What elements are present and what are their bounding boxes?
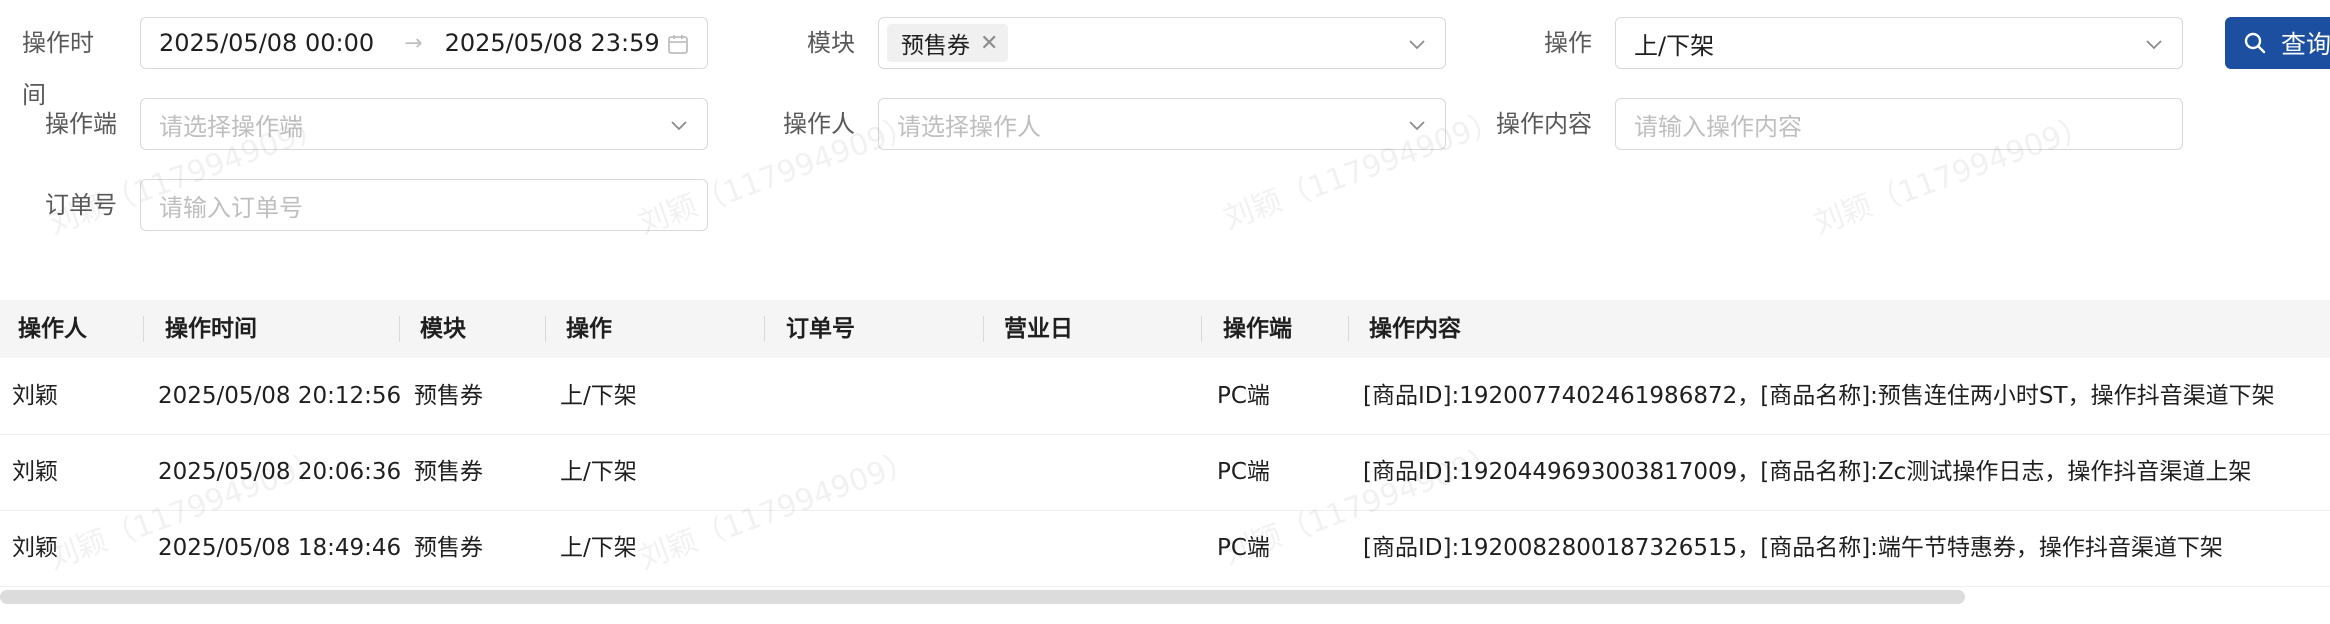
op-content-placeholder: 请输入操作内容 — [1634, 112, 1802, 141]
module-tag-label: 预售券 — [901, 33, 970, 59]
op-time-start[interactable]: 2025/05/08 00:00 — [159, 29, 374, 57]
column-divider — [764, 316, 765, 342]
column-divider — [545, 316, 546, 342]
module-tag: 预售券 ✕ — [887, 24, 1009, 62]
cell-op-content: [商品ID]:1920077402461986872，[商品名称]:预售连住两小… — [1363, 383, 2275, 409]
operation-label: 操作 — [1544, 29, 1592, 57]
cell-op-time: 2025/05/08 20:06:36 — [158, 459, 402, 485]
cell-operation: 上/下架 — [560, 383, 637, 409]
order-no-input[interactable]: 请输入订单号 — [140, 179, 708, 231]
cell-op-client: PC端 — [1217, 383, 1270, 409]
cell-operator: 刘颖 — [12, 459, 58, 485]
order-no-placeholder: 请输入订单号 — [159, 193, 303, 222]
op-time-label: 操作时间 — [22, 29, 94, 109]
op-client-placeholder: 请选择操作端 — [159, 112, 303, 141]
table-row[interactable]: 刘颖 2025/05/08 20:06:36 预售券 上/下架 PC端 [商品I… — [0, 434, 2330, 511]
chevron-down-icon — [2146, 40, 2162, 50]
op-time-range-picker[interactable]: 2025/05/08 00:00 → 2025/05/08 23:59 — [140, 17, 708, 69]
operation-value: 上/下架 — [1634, 31, 1715, 60]
op-client-select[interactable]: 请选择操作端 — [140, 98, 708, 150]
cell-op-client: PC端 — [1217, 535, 1270, 561]
cell-operation: 上/下架 — [560, 535, 637, 561]
column-header: 操作 — [566, 316, 612, 342]
column-header: 订单号 — [786, 316, 855, 342]
query-button[interactable]: 查询 — [2225, 17, 2330, 69]
column-header: 操作内容 — [1369, 316, 1461, 342]
column-divider — [1201, 316, 1202, 342]
arrow-right-icon: → — [404, 30, 423, 56]
cell-op-client: PC端 — [1217, 459, 1270, 485]
operation-select[interactable]: 上/下架 — [1615, 17, 2183, 69]
cell-module: 预售券 — [414, 459, 483, 485]
column-header: 操作时间 — [165, 316, 257, 342]
table-row[interactable]: 刘颖 2025/05/08 18:49:46 预售券 上/下架 PC端 [商品I… — [0, 510, 2330, 587]
chevron-down-icon — [1409, 40, 1425, 50]
cell-op-content: [商品ID]:1920449693003817009，[商品名称]:Zc测试操作… — [1363, 459, 2252, 485]
op-client-label: 操作端 — [45, 110, 117, 138]
chevron-down-icon — [1409, 121, 1425, 131]
calendar-icon — [668, 35, 688, 54]
cell-op-time: 2025/05/08 20:12:56 — [158, 383, 402, 409]
table-header: 操作人 操作时间 模块 操作 订单号 营业日 操作端 操作内容 — [0, 300, 2330, 358]
scrollbar-thumb[interactable] — [0, 590, 1965, 604]
cell-module: 预售券 — [414, 383, 483, 409]
column-header: 操作人 — [18, 316, 87, 342]
column-header: 模块 — [420, 316, 466, 342]
table-row[interactable]: 刘颖 2025/05/08 20:12:56 预售券 上/下架 PC端 [商品I… — [0, 358, 2330, 435]
column-divider — [143, 316, 144, 342]
module-select[interactable]: 预售券 ✕ — [878, 17, 1446, 69]
cell-module: 预售券 — [414, 535, 483, 561]
column-divider — [399, 316, 400, 342]
cell-op-time: 2025/05/08 18:49:46 — [158, 535, 402, 561]
chevron-down-icon — [671, 121, 687, 131]
query-button-label: 查询 — [2281, 30, 2330, 59]
horizontal-scrollbar[interactable] — [0, 588, 2330, 604]
order-no-label: 订单号 — [45, 191, 117, 219]
operator-label: 操作人 — [783, 110, 855, 138]
cell-operator: 刘颖 — [12, 383, 58, 409]
column-divider — [983, 316, 984, 342]
column-header: 操作端 — [1223, 316, 1292, 342]
op-content-label: 操作内容 — [1496, 110, 1592, 138]
cell-op-content: [商品ID]:1920082800187326515，[商品名称]:端午节特惠券… — [1363, 535, 2223, 561]
cell-operator: 刘颖 — [12, 535, 58, 561]
column-divider — [1348, 316, 1349, 342]
op-time-end[interactable]: 2025/05/08 23:59 — [445, 29, 660, 57]
close-icon[interactable]: ✕ — [980, 31, 998, 56]
module-label: 模块 — [807, 29, 855, 57]
op-content-input[interactable]: 请输入操作内容 — [1615, 98, 2183, 150]
cell-operation: 上/下架 — [560, 459, 637, 485]
column-header: 营业日 — [1004, 316, 1073, 342]
search-icon — [2244, 32, 2266, 54]
operator-select[interactable]: 请选择操作人 — [878, 98, 1446, 150]
operator-placeholder: 请选择操作人 — [897, 112, 1041, 141]
